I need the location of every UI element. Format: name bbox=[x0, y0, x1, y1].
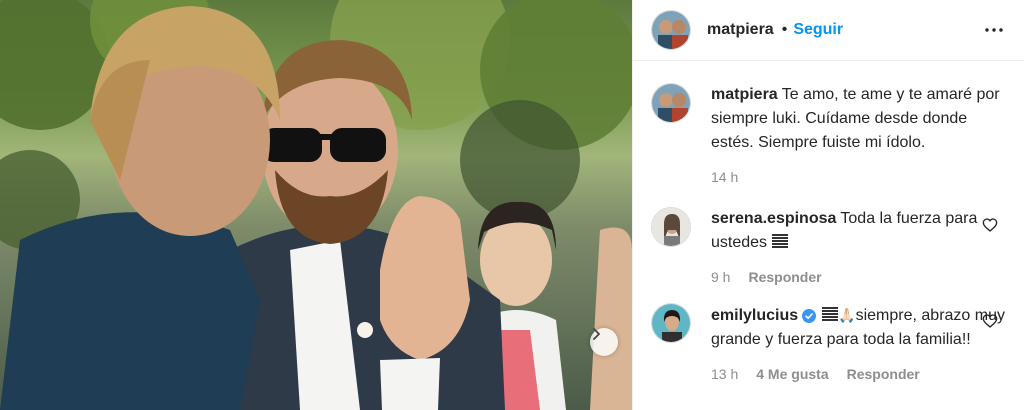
caption-text: matpiera Te amo, te ame y te amaré por si… bbox=[711, 83, 1006, 155]
comment-username[interactable]: emilylucius bbox=[711, 307, 798, 324]
black-heart-emoji bbox=[771, 234, 788, 248]
comment-body: serena.espinosa Toda la fuerza para usted… bbox=[711, 207, 1006, 285]
avatar-image bbox=[652, 11, 690, 49]
separator-dot: • bbox=[781, 21, 788, 38]
comment-timestamp[interactable]: 9 h bbox=[711, 269, 730, 285]
more-options-button[interactable] bbox=[982, 18, 1006, 42]
more-horizontal-icon bbox=[985, 28, 1003, 32]
commenter-avatar[interactable] bbox=[651, 303, 691, 343]
black-heart-emoji bbox=[822, 307, 839, 321]
follow-button[interactable]: Seguir bbox=[793, 21, 843, 39]
post-photo[interactable] bbox=[0, 0, 632, 410]
author-username[interactable]: matpiera bbox=[707, 21, 774, 39]
caption-body: matpiera Te amo, te ame y te amaré por si… bbox=[711, 83, 1006, 185]
comment-timestamp[interactable]: 13 h bbox=[711, 366, 738, 382]
comment-item: emilylucius 🙏🏻siempre, abrazo muy grande … bbox=[651, 303, 1006, 382]
comment-username[interactable]: serena.espinosa bbox=[711, 210, 836, 227]
avatar-image bbox=[652, 84, 690, 122]
comment-body: emilylucius 🙏🏻siempre, abrazo muy grande … bbox=[711, 303, 1006, 382]
comment-meta: 13 h 4 Me gusta Responder bbox=[711, 366, 1006, 382]
reply-button[interactable]: Responder bbox=[847, 366, 920, 382]
avatar-image bbox=[652, 304, 690, 342]
caption-timestamp[interactable]: 14 h bbox=[711, 169, 738, 185]
post-header: matpiera • Seguir bbox=[633, 0, 1024, 61]
caption: matpiera Te amo, te ame y te amaré por si… bbox=[651, 83, 1006, 185]
photo-illustration bbox=[0, 0, 632, 410]
comment-item: serena.espinosa Toda la fuerza para usted… bbox=[651, 207, 1006, 285]
comment-text: serena.espinosa Toda la fuerza para usted… bbox=[711, 207, 1006, 255]
comment-meta: 9 h Responder bbox=[711, 269, 1006, 285]
author-avatar[interactable] bbox=[651, 83, 691, 123]
reply-button[interactable]: Responder bbox=[748, 269, 821, 285]
praying-hands-emoji: 🙏🏻 bbox=[838, 307, 856, 323]
commenter-avatar[interactable] bbox=[651, 207, 691, 247]
post-side-panel: matpiera • Seguir matpiera Te amo, te am… bbox=[632, 0, 1024, 410]
comments-list: matpiera Te amo, te ame y te amaré por si… bbox=[633, 61, 1024, 382]
avatar-image bbox=[652, 208, 690, 246]
caption-meta: 14 h bbox=[711, 169, 1006, 185]
author-avatar[interactable] bbox=[651, 10, 691, 50]
chevron-right-icon bbox=[593, 328, 600, 340]
caption-username[interactable]: matpiera bbox=[711, 86, 778, 103]
next-photo-button[interactable] bbox=[590, 328, 618, 356]
likes-count[interactable]: 4 Me gusta bbox=[756, 366, 828, 382]
comment-text: emilylucius 🙏🏻siempre, abrazo muy grande … bbox=[711, 303, 1006, 352]
verified-badge-icon bbox=[802, 309, 817, 323]
heart-outline-icon[interactable] bbox=[982, 217, 998, 233]
heart-outline-icon[interactable] bbox=[982, 313, 998, 329]
